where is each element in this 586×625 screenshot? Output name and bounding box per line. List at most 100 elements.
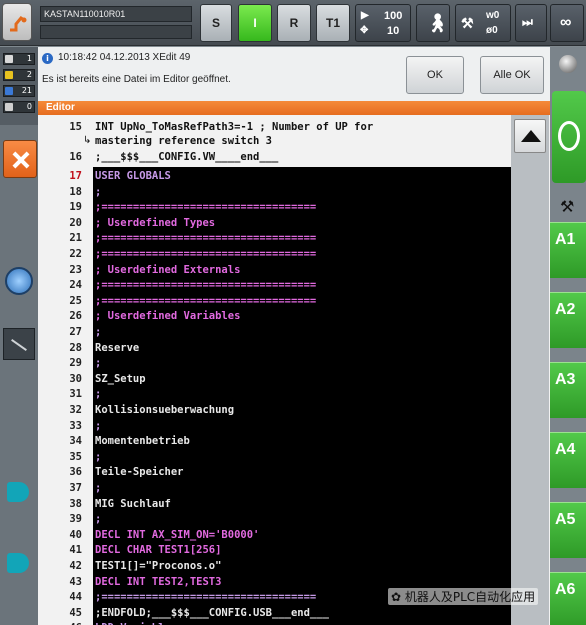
code-line[interactable]: ; bbox=[95, 513, 101, 525]
code-line[interactable]: ; bbox=[95, 388, 101, 400]
axis-key-a5[interactable]: A5 bbox=[550, 502, 586, 558]
code-line[interactable]: TEST1[]="Proconos.o" bbox=[95, 560, 221, 572]
code-line[interactable]: ;================================== bbox=[95, 248, 316, 260]
line-number: 19 bbox=[69, 201, 82, 214]
code-line[interactable]: Momentenbetrieb bbox=[95, 435, 190, 447]
line-number: 24 bbox=[69, 279, 82, 292]
output-signal-icon[interactable] bbox=[7, 553, 29, 573]
tool-icon: ⚒ bbox=[560, 197, 575, 216]
override-button[interactable]: ▶ 100 ✥ 10 bbox=[355, 4, 411, 42]
kuka-robot-logo-icon bbox=[10, 16, 27, 32]
jog-override-value: 10 bbox=[387, 25, 400, 37]
editor-title-bar: Editor bbox=[38, 101, 550, 115]
axis-key-a3[interactable]: A3 bbox=[550, 362, 586, 418]
robot-interpreter-button[interactable]: R bbox=[277, 4, 311, 42]
infinity-icon: ∞ bbox=[560, 14, 572, 31]
jog-mode-selector[interactable] bbox=[552, 91, 586, 183]
code-line[interactable]: MIG Suchlauf bbox=[95, 498, 171, 510]
code-line[interactable]: ;ENDFOLD;___$$$___CONFIG.USB___end___ bbox=[95, 607, 329, 619]
code-line[interactable]: DECL CHAR TEST1[256] bbox=[95, 544, 221, 556]
code-line[interactable]: USER GLOBALS bbox=[95, 170, 171, 182]
info-count[interactable]: 21 bbox=[3, 85, 35, 97]
play-icon: ▶ bbox=[361, 10, 369, 21]
fast-forward-icon: ⏭ bbox=[522, 15, 533, 29]
all-ok-button[interactable]: Alle OK bbox=[480, 56, 544, 94]
walk-button[interactable]: 🚶︎ bbox=[416, 4, 450, 42]
code-line[interactable]: INT UpNo_ToMasRefPath3=-1 ; Number of UP… bbox=[95, 121, 373, 133]
wechat-icon: ✿ bbox=[391, 590, 405, 604]
step-mode-button[interactable]: ⏭ bbox=[515, 4, 547, 42]
prog-override-value: 100 bbox=[384, 10, 403, 22]
line-number: 36 bbox=[69, 466, 82, 479]
line-number: 30 bbox=[69, 372, 82, 385]
code-line[interactable]: SZ_Setup bbox=[95, 373, 146, 385]
ok-button[interactable]: OK bbox=[406, 56, 464, 94]
operating-mode-button[interactable]: T1 bbox=[316, 4, 350, 42]
code-line[interactable]: ;================================== bbox=[95, 295, 316, 307]
tool-base-button[interactable]: ⚒ w0 ø0 bbox=[455, 4, 511, 42]
robot-subname-field bbox=[40, 25, 192, 39]
line-number: 44 bbox=[69, 591, 82, 604]
editor-pane[interactable]: 15 16 INT UpNo_ToMasRefPath3=-1 ; Number… bbox=[38, 115, 550, 625]
code-line[interactable]: ;================================== bbox=[95, 232, 316, 244]
line-number: 22 bbox=[69, 248, 82, 260]
code-line[interactable]: ;================================== bbox=[95, 279, 316, 291]
drives-status-button[interactable]: I bbox=[238, 4, 272, 42]
base-value: ø0 bbox=[486, 25, 498, 36]
info-icon: i bbox=[42, 53, 53, 64]
code-line[interactable]: ; Userdefined Types bbox=[95, 217, 215, 229]
input-signal-icon[interactable] bbox=[7, 482, 29, 502]
kuka-smartpad-screen: { "header": { "robot_name": "KASTAN11001… bbox=[0, 0, 586, 625]
code-line[interactable]: Teile-Speicher bbox=[95, 466, 184, 478]
line-number: 32 bbox=[69, 404, 82, 416]
code-line[interactable]: ; bbox=[95, 420, 101, 432]
submit-interpreter-button[interactable]: S bbox=[200, 4, 232, 42]
line-number: 28 bbox=[69, 341, 82, 354]
dialog-count[interactable]: 0 bbox=[3, 101, 35, 113]
gear-icon[interactable] bbox=[5, 267, 33, 295]
code-line[interactable]: ;================================== bbox=[95, 201, 316, 213]
code-line[interactable]: ; Userdefined Externals bbox=[95, 264, 240, 276]
code-line[interactable]: ;================================== bbox=[95, 591, 316, 603]
code-line[interactable]: Reserve bbox=[95, 342, 139, 354]
line-number: 42 bbox=[69, 560, 82, 572]
error-count[interactable]: 1 bbox=[3, 53, 35, 65]
line-number: 17 bbox=[69, 170, 82, 182]
infinity-button[interactable]: ∞ bbox=[550, 4, 584, 42]
message-timestamp: 10:18:42 04.12.2013 XEdit 49 bbox=[58, 52, 191, 63]
code-line[interactable]: ; bbox=[95, 482, 101, 494]
clock-icon[interactable] bbox=[3, 328, 35, 360]
close-editor-button[interactable] bbox=[3, 140, 37, 178]
axis-key-a1[interactable]: A1 bbox=[550, 222, 586, 278]
editor-title: Editor bbox=[46, 102, 75, 113]
line-number: 43 bbox=[69, 575, 82, 588]
code-line[interactable]: ; bbox=[95, 326, 101, 338]
warning-count[interactable]: 2 bbox=[3, 69, 35, 81]
code-line[interactable]: ; bbox=[95, 357, 101, 369]
line-number: 23 bbox=[69, 263, 82, 276]
message-counter-column: 1 2 21 0 bbox=[0, 47, 38, 125]
code-line[interactable]: ; Userdefined Variables bbox=[95, 310, 240, 322]
code-line[interactable]: DECL INT AX_SIM_ON='B0000' bbox=[95, 529, 259, 541]
rotate-icon bbox=[558, 121, 580, 151]
code-line[interactable]: ; bbox=[95, 451, 101, 463]
axis-key-a6[interactable]: A6 bbox=[550, 572, 586, 625]
code-line[interactable]: ; bbox=[95, 186, 101, 198]
code-line[interactable]: DECL INT TEST2,TEST3 bbox=[95, 576, 221, 588]
code-line[interactable]: mastering reference switch 3 bbox=[95, 135, 272, 147]
code-line[interactable]: ;___$$$___CONFIG.VW____end___ bbox=[95, 151, 278, 163]
line-number: 25 bbox=[69, 294, 82, 307]
code-line[interactable]: Kollisionsueberwachung bbox=[95, 404, 234, 416]
line-number: 33 bbox=[69, 419, 82, 432]
axis-key-a2[interactable]: A2 bbox=[550, 292, 586, 348]
wrap-arrow-icon: ↳ bbox=[83, 135, 92, 146]
line-number: 38 bbox=[69, 497, 82, 510]
kuka-main-menu-button[interactable] bbox=[2, 3, 32, 41]
line-number: 27 bbox=[69, 326, 82, 338]
message-text: Es ist bereits eine Datei im Editor geöf… bbox=[42, 74, 231, 85]
scroll-up-button[interactable] bbox=[514, 119, 546, 153]
axis-key-a4[interactable]: A4 bbox=[550, 432, 586, 488]
watermark: ✿ 机器人及PLC自动化应用 bbox=[388, 588, 539, 605]
editor-scrollbar[interactable] bbox=[511, 115, 549, 625]
globe-icon[interactable] bbox=[559, 55, 577, 73]
